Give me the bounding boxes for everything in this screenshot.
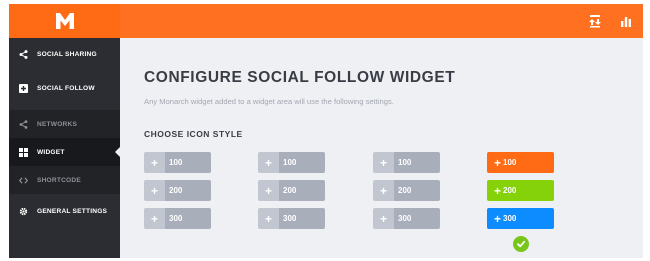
icon-style-4-button-200[interactable]: + 200: [487, 180, 554, 201]
sidebar-item-social-follow[interactable]: Social Follow: [9, 72, 120, 105]
follower-count: 200: [503, 186, 517, 195]
icon-style-1-button-200[interactable]: + 200: [144, 180, 211, 201]
sidebar-item-networks[interactable]: Networks: [9, 110, 120, 138]
icon-style-2-button-200[interactable]: + 200: [258, 180, 325, 201]
share-icon: [19, 50, 28, 59]
sidebar-item-general-settings[interactable]: General Settings: [9, 195, 120, 228]
sidebar-item-shortcode[interactable]: Shortcode: [9, 166, 120, 194]
follower-count: 300: [165, 208, 211, 229]
plus-icon: +: [144, 208, 165, 229]
sidebar: Social Sharing Social Follow Networks Wi…: [9, 38, 121, 258]
follower-count: 200: [394, 180, 440, 201]
icon-style-3-button-300[interactable]: + 300: [373, 208, 440, 229]
plus-icon: +: [258, 180, 279, 201]
plus-icon: +: [373, 152, 394, 173]
monarch-logo-icon: [55, 13, 74, 29]
sidebar-item-label: Social Follow: [37, 85, 95, 92]
sidebar-item-social-sharing[interactable]: Social Sharing: [9, 38, 120, 71]
app-frame: M Social Sharing: [9, 4, 643, 258]
icon-style-1-button-100[interactable]: + 100: [144, 152, 211, 173]
follower-count: 100: [165, 152, 211, 173]
follower-count: 300: [279, 208, 325, 229]
follower-count: 200: [279, 180, 325, 201]
follower-count: 100: [503, 158, 517, 167]
icon-style-3-button-200[interactable]: + 200: [373, 180, 440, 201]
sidebar-item-label: Networks: [37, 120, 78, 128]
page-title: CONFIGURE SOCIAL FOLLOW WIDGET: [144, 69, 456, 86]
share-icon: [19, 119, 28, 129]
top-bar: M: [9, 4, 643, 38]
sidebar-item-label: Shortcode: [37, 176, 81, 184]
follower-count: 200: [165, 180, 211, 201]
icon-style-1-button-300[interactable]: + 300: [144, 208, 211, 229]
plus-icon: +: [144, 152, 165, 173]
plus-icon: +: [373, 208, 394, 229]
follower-count: 300: [503, 214, 517, 223]
grid-icon: [19, 147, 28, 157]
icon-style-2-button-300[interactable]: + 300: [258, 208, 325, 229]
follower-count: 300: [394, 208, 440, 229]
main-content: CONFIGURE SOCIAL FOLLOW WIDGET Any Monar…: [120, 38, 643, 258]
sidebar-item-label: Widget: [37, 148, 65, 156]
plus-icon: +: [144, 180, 165, 201]
page-subtitle: Any Monarch widget added to a widget are…: [144, 97, 394, 106]
plus-icon: +: [258, 152, 279, 173]
sidebar-item-label: General Settings: [37, 208, 108, 215]
selected-check-icon: [513, 236, 529, 252]
follower-count: 100: [279, 152, 325, 173]
stats-icon[interactable]: [618, 13, 634, 29]
logo: M: [9, 4, 120, 38]
plus-icon: +: [373, 180, 394, 201]
plus-icon: +: [258, 208, 279, 229]
sidebar-item-widget[interactable]: Widget: [9, 138, 121, 166]
icon-style-2-button-100[interactable]: + 100: [258, 152, 325, 173]
section-heading: CHOOSE ICON STYLE: [144, 129, 243, 139]
icon-style-4-button-100[interactable]: + 100: [487, 152, 554, 173]
plus-square-icon: [19, 84, 28, 93]
code-icon: [19, 176, 28, 185]
sidebar-item-label: Social Sharing: [37, 51, 97, 58]
gear-icon: [19, 207, 28, 216]
share-counts-icon[interactable]: [587, 13, 603, 29]
icon-style-4-button-300[interactable]: + 300: [487, 208, 554, 229]
follower-count: 100: [394, 152, 440, 173]
icon-style-3-button-100[interactable]: + 100: [373, 152, 440, 173]
